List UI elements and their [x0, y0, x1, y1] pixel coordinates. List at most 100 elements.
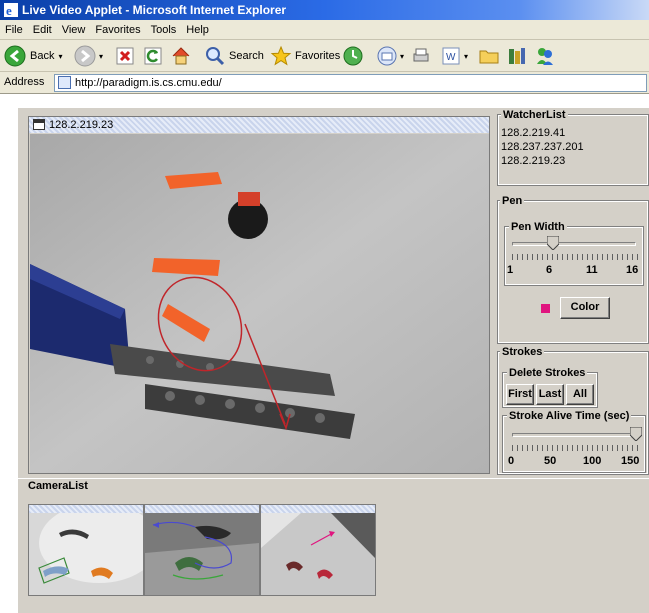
- search-icon: [206, 47, 225, 66]
- video-titlebar[interactable]: 128.2.219.23: [29, 117, 489, 133]
- dropdown-arrow-icon[interactable]: ▾: [58, 52, 62, 61]
- window-title: Live Video Applet - Microsoft Internet E…: [22, 3, 287, 17]
- pen-width-slider-track[interactable]: [512, 242, 636, 246]
- camera-titlebar: [261, 505, 375, 513]
- folder-icon: [479, 50, 499, 64]
- dropdown-arrow-icon[interactable]: ▾: [99, 52, 103, 61]
- camera-titlebar: [145, 505, 259, 513]
- mail-icon: [377, 46, 397, 66]
- search-button[interactable]: Search: [204, 44, 264, 68]
- tick-label: 100: [583, 455, 602, 467]
- menu-tools[interactable]: Tools: [146, 20, 182, 38]
- stroke-alive-slider-track[interactable]: [512, 433, 636, 437]
- camera-titlebar: [29, 505, 143, 513]
- search-label: Search: [229, 50, 264, 62]
- pen-width-group: Pen Width 1 6 11 16: [504, 221, 644, 286]
- tick-label: 50: [544, 455, 557, 467]
- page-icon: [58, 76, 71, 89]
- address-label: Address: [4, 76, 45, 88]
- favorites-label: Favorites: [295, 50, 341, 62]
- menu-edit[interactable]: Edit: [28, 20, 57, 38]
- edit-button[interactable]: W ▾: [440, 44, 468, 68]
- window-icon: [33, 119, 45, 130]
- star-icon: [270, 45, 292, 66]
- camera-thumbnail[interactable]: [144, 504, 260, 596]
- watcher-list-panel: WatcherList 128.2.219.41 128.237.237.201…: [497, 109, 649, 186]
- refresh-icon: [144, 47, 162, 65]
- back-arrow-icon: [4, 45, 26, 67]
- dropdown-arrow-icon[interactable]: ▾: [464, 52, 468, 61]
- camera-thumbnail[interactable]: [28, 504, 144, 596]
- tick-label: 11: [586, 264, 598, 276]
- pen-width-label: Pen Width: [509, 221, 567, 233]
- tick-label: 150: [621, 455, 640, 467]
- word-icon: W: [442, 47, 460, 65]
- delete-last-button[interactable]: Last: [536, 384, 564, 405]
- favorites-button[interactable]: Favorites: [270, 44, 340, 68]
- books-icon: [509, 48, 525, 64]
- menu-bar: File Edit View Favorites Tools Help: [0, 20, 649, 40]
- internet-explorer-icon: e: [4, 3, 18, 17]
- tick-label: 16: [626, 264, 639, 276]
- pen-width-ticks: [512, 254, 638, 260]
- camera-list-title: CameraList: [26, 480, 90, 492]
- delete-first-button[interactable]: First: [506, 384, 534, 405]
- strokes-panel: Strokes Delete Strokes First Last All St…: [497, 346, 649, 475]
- camera-view: [145, 513, 259, 595]
- messenger-button[interactable]: [534, 44, 556, 68]
- camera-thumbnail[interactable]: [260, 504, 376, 596]
- research-button[interactable]: [506, 44, 528, 68]
- mail-button[interactable]: ▾: [376, 44, 404, 68]
- camera-view: [261, 513, 375, 595]
- list-item[interactable]: 128.237.237.201: [501, 140, 584, 154]
- stop-icon: [116, 47, 134, 65]
- svg-text:e: e: [6, 3, 12, 17]
- stroke-alive-ticks: [512, 445, 638, 451]
- back-button[interactable]: Back ▾: [4, 44, 62, 68]
- forward-button[interactable]: ▾: [74, 44, 103, 68]
- home-button[interactable]: [170, 44, 192, 68]
- watcher-list: 128.2.219.41 128.237.237.201 128.2.219.2…: [501, 126, 584, 168]
- pen-color-swatch: [541, 304, 550, 313]
- forward-arrow-icon: [74, 45, 96, 67]
- delete-all-button[interactable]: All: [566, 384, 594, 405]
- color-button[interactable]: Color: [560, 297, 610, 319]
- menu-file[interactable]: File: [0, 20, 28, 38]
- history-button[interactable]: [342, 44, 364, 68]
- address-url: http://paradigm.is.cs.cmu.edu/: [75, 77, 222, 89]
- delete-strokes-group: Delete Strokes First Last All: [502, 367, 598, 408]
- tick-label: 1: [507, 264, 514, 276]
- menu-favorites[interactable]: Favorites: [90, 20, 145, 38]
- home-icon: [172, 47, 190, 65]
- address-input[interactable]: http://paradigm.is.cs.cmu.edu/: [54, 74, 647, 92]
- tick-label: 0: [508, 455, 515, 467]
- print-button[interactable]: [410, 44, 432, 68]
- history-icon: [343, 46, 363, 66]
- list-item[interactable]: 128.2.219.23: [501, 154, 584, 168]
- delete-strokes-label: Delete Strokes: [507, 367, 588, 379]
- video-window: 128.2.219.23: [28, 116, 490, 474]
- printer-icon: [413, 48, 429, 62]
- tick-label: 6: [546, 264, 553, 276]
- svg-text:W: W: [446, 52, 456, 63]
- refresh-button[interactable]: [142, 44, 164, 68]
- stroke-alive-time-group: Stroke Alive Time (sec) 0 50 100 150: [502, 410, 646, 473]
- window-titlebar: e Live Video Applet - Microsoft Internet…: [0, 0, 649, 20]
- camera-view: [29, 513, 143, 595]
- video-title: 128.2.219.23: [49, 119, 114, 131]
- stop-button[interactable]: [114, 44, 136, 68]
- strokes-title: Strokes: [500, 346, 545, 358]
- list-item[interactable]: 128.2.219.41: [501, 126, 584, 140]
- stroke-alive-time-label: Stroke Alive Time (sec): [507, 410, 632, 422]
- menu-view[interactable]: View: [57, 20, 91, 38]
- address-bar: Address http://paradigm.is.cs.cmu.edu/: [0, 72, 649, 94]
- dropdown-arrow-icon[interactable]: ▾: [400, 52, 404, 61]
- stroke-alive-slider-thumb[interactable]: [630, 427, 642, 441]
- menu-help[interactable]: Help: [181, 20, 214, 38]
- folder-button[interactable]: [478, 44, 500, 68]
- watcher-list-title: WatcherList: [501, 109, 568, 121]
- pen-width-slider-thumb[interactable]: [547, 236, 560, 250]
- pen-panel: Pen Pen Width 1 6 11 16 Color: [497, 195, 649, 344]
- back-label: Back: [30, 50, 55, 62]
- live-video-feed[interactable]: [30, 134, 489, 473]
